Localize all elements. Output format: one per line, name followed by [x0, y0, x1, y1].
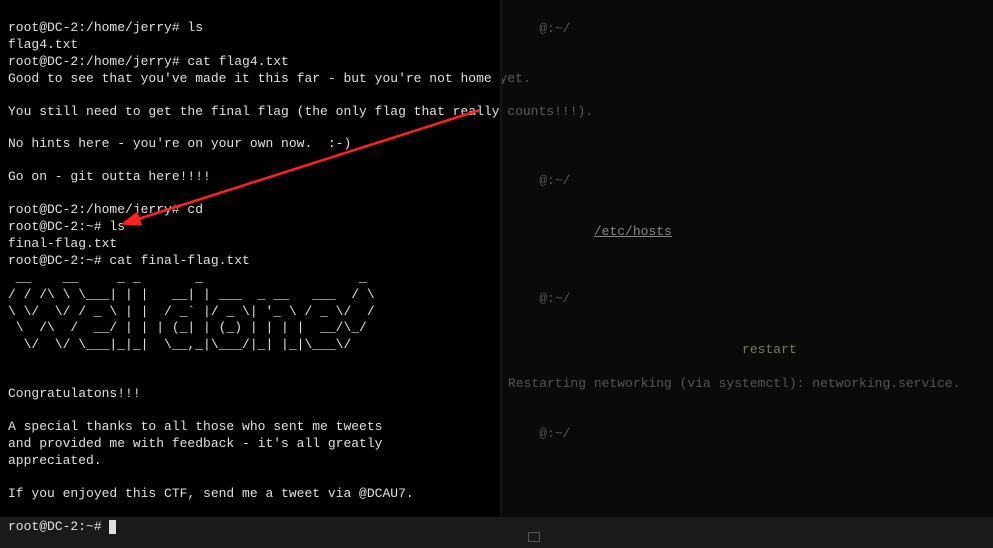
terminal-line: If you enjoyed this CTF, send me a tweet… [8, 486, 492, 503]
terminal-line: appreciated. [8, 453, 492, 470]
ascii-art-line: \/ \/ \___|_|_| \__,_|\___/|_| |_|\___\/ [8, 337, 492, 354]
right-cmd [555, 224, 594, 239]
right-blank [508, 139, 985, 156]
right-prompt-line: @:~/ [508, 4, 985, 55]
right-prompt-line: @:~/ [508, 274, 985, 325]
terminal-line: root@DC-2:~# cat final-flag.txt [8, 253, 492, 270]
terminal-line: You still need to get the final flag (th… [8, 104, 492, 121]
right-output-line: Restarting networking (via systemctl): n… [508, 376, 985, 393]
terminal-line: flag4.txt [8, 37, 492, 54]
cursor [109, 520, 116, 534]
terminal-line [8, 403, 492, 419]
terminal-line: root@DC-2:/home/jerry# cd [8, 202, 492, 219]
terminal-line [8, 153, 492, 169]
terminal-line [8, 354, 492, 370]
ascii-art-line: __ __ _ _ _ _ [8, 270, 492, 287]
right-cmd-line [508, 460, 985, 511]
terminal-line [8, 88, 492, 104]
terminal-line [8, 186, 492, 202]
terminal-line: No hints here - you're on your own now. … [8, 136, 492, 153]
right-box-icon [508, 528, 985, 548]
right-cmd-line: restart [508, 325, 985, 376]
terminal-line [8, 503, 492, 519]
terminal-line: and provided me with feedback - it's all… [8, 436, 492, 453]
right-cmd: restart [555, 342, 797, 357]
prompt-line[interactable]: root@DC-2:~# [8, 519, 492, 536]
terminal-line: Congratulatons!!! [8, 386, 492, 403]
terminal-line [8, 370, 492, 386]
terminal-line: A special thanks to all those who sent m… [8, 419, 492, 436]
right-path: ~/ [555, 173, 571, 188]
right-path: ~/ [555, 21, 571, 36]
left-terminal-pane[interactable]: root@DC-2:/home/jerry# ls flag4.txt root… [0, 0, 500, 517]
terminal-line: root@DC-2:/home/jerry# cat flag4.txt [8, 54, 492, 71]
terminal-line: root@DC-2:~# ls [8, 219, 492, 236]
right-prompt-line: @:~/ [508, 156, 985, 207]
ascii-art-line: \ /\ / __/ | | | (_| | (_) | | | | __/\_… [8, 320, 492, 337]
right-cmd-line: /etc/hosts [508, 207, 985, 258]
right-cmd-line [508, 55, 985, 106]
terminal-line: Go on - git outta here!!!! [8, 169, 492, 186]
right-blank [508, 511, 985, 528]
terminal-line: root@DC-2:/home/jerry# ls [8, 20, 492, 37]
terminal-line: final-flag.txt [8, 236, 492, 253]
right-prompt-line: @:~/ [508, 409, 985, 460]
terminal-line [8, 120, 492, 136]
right-path: ~/ [555, 291, 571, 306]
terminal-line [8, 4, 492, 20]
right-path: ~/ [555, 426, 571, 441]
terminal-line [8, 470, 492, 486]
right-blank [508, 105, 985, 122]
prompt-text: root@DC-2:~# [8, 519, 109, 534]
ascii-art-line: \ \/ \/ / _ \ | | / _` |/ _ \| '_ \ / _ … [8, 304, 492, 321]
ascii-art-line: / / /\ \ \___| | | __| | ___ _ __ ___ / … [8, 287, 492, 304]
right-blank [508, 392, 985, 409]
right-terminal-pane[interactable]: @:~/ @:~/ /etc/hosts @:~/ restart Restar… [500, 0, 993, 517]
right-blank [508, 122, 985, 139]
right-path-underline: /etc/hosts [594, 224, 672, 239]
right-blank [508, 257, 985, 274]
terminal-line: Good to see that you've made it this far… [8, 71, 492, 88]
